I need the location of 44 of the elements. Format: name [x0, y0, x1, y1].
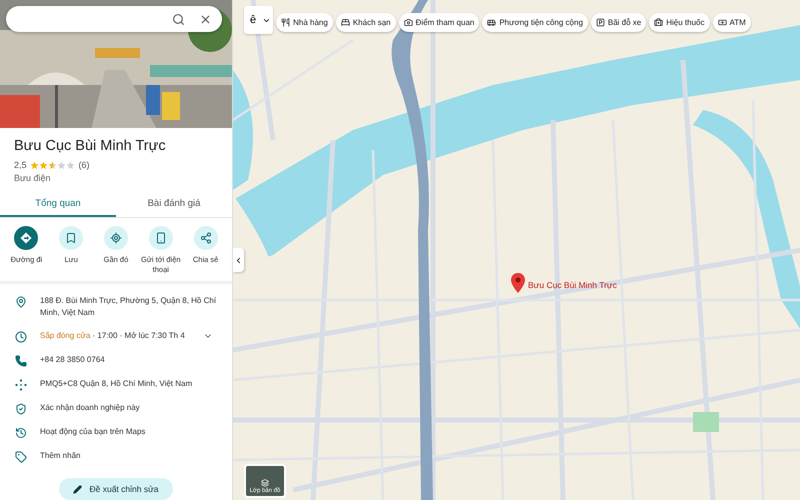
- phone-icon: [15, 354, 27, 366]
- suggest-edit-button[interactable]: Đề xuất chỉnh sửa: [59, 478, 172, 500]
- tag-icon: [15, 450, 27, 462]
- parking-icon: [596, 18, 605, 26]
- opening-hours[interactable]: Sắp đóng cửa · 17:00 · Mở lúc 7:30 Th 4: [40, 330, 185, 342]
- pencil-icon: [73, 484, 82, 494]
- plus-code-icon: [15, 378, 27, 390]
- info-text[interactable]: Xác nhận doanh nghiệp này: [40, 402, 140, 414]
- bus-icon: [487, 18, 496, 26]
- location-pin-icon: [15, 296, 27, 308]
- info-text[interactable]: Hoạt động của bạn trên Maps: [40, 426, 146, 438]
- tab[interactable]: Bài đánh giá: [116, 191, 232, 218]
- category-chip[interactable]: Khách sạn: [336, 12, 396, 32]
- info-text[interactable]: Thêm nhãn: [40, 450, 80, 462]
- marker-label: Bưu Cục Bùi Minh Trực: [528, 280, 617, 290]
- camera-icon: [404, 18, 413, 26]
- tab[interactable]: Tổng quan: [0, 191, 116, 218]
- clock-icon: [15, 330, 27, 342]
- category-chip[interactable]: Nhà hàng: [276, 12, 333, 32]
- nearby-icon: [110, 232, 122, 244]
- shield-check-icon: [15, 402, 27, 414]
- rating-value: 2,5: [14, 160, 27, 170]
- info-text[interactable]: 188 Đ. Bùi Minh Trực, Phường 5, Quận 8, Hồ Chí Minh, Việt Nam: [40, 295, 222, 318]
- info-text[interactable]: +84 28 3850 0764: [40, 354, 105, 366]
- banknote-icon: [718, 18, 726, 26]
- category-chip[interactable]: Phương tiện công cộng: [482, 12, 588, 32]
- phone-icon: [154, 232, 167, 244]
- chevron-left-icon: [234, 256, 243, 264]
- share-icon: [200, 232, 212, 244]
- directions-icon: [20, 232, 32, 244]
- map-marker-icon[interactable]: [511, 273, 525, 293]
- utensils-icon: [281, 18, 290, 26]
- layers-icon: [261, 479, 269, 487]
- category-chip[interactable]: Điểm tham quan: [398, 12, 480, 32]
- history-icon: [15, 426, 27, 438]
- place-category: Bưu điện: [14, 173, 52, 184]
- bed-icon: [340, 18, 350, 26]
- bookmark-icon: [65, 232, 78, 244]
- review-count[interactable]: (6): [78, 160, 90, 170]
- category-chip[interactable]: Hiệu thuốc: [649, 12, 710, 32]
- input-tool-button[interactable]: ê: [244, 6, 274, 34]
- medical-kit-icon: [654, 18, 664, 26]
- place-name: Bưu Cục Bùi Minh Trực: [14, 138, 167, 154]
- info-text[interactable]: PMQ5+C8 Quận 8, Hồ Chí Minh, Việt Nam: [40, 378, 192, 390]
